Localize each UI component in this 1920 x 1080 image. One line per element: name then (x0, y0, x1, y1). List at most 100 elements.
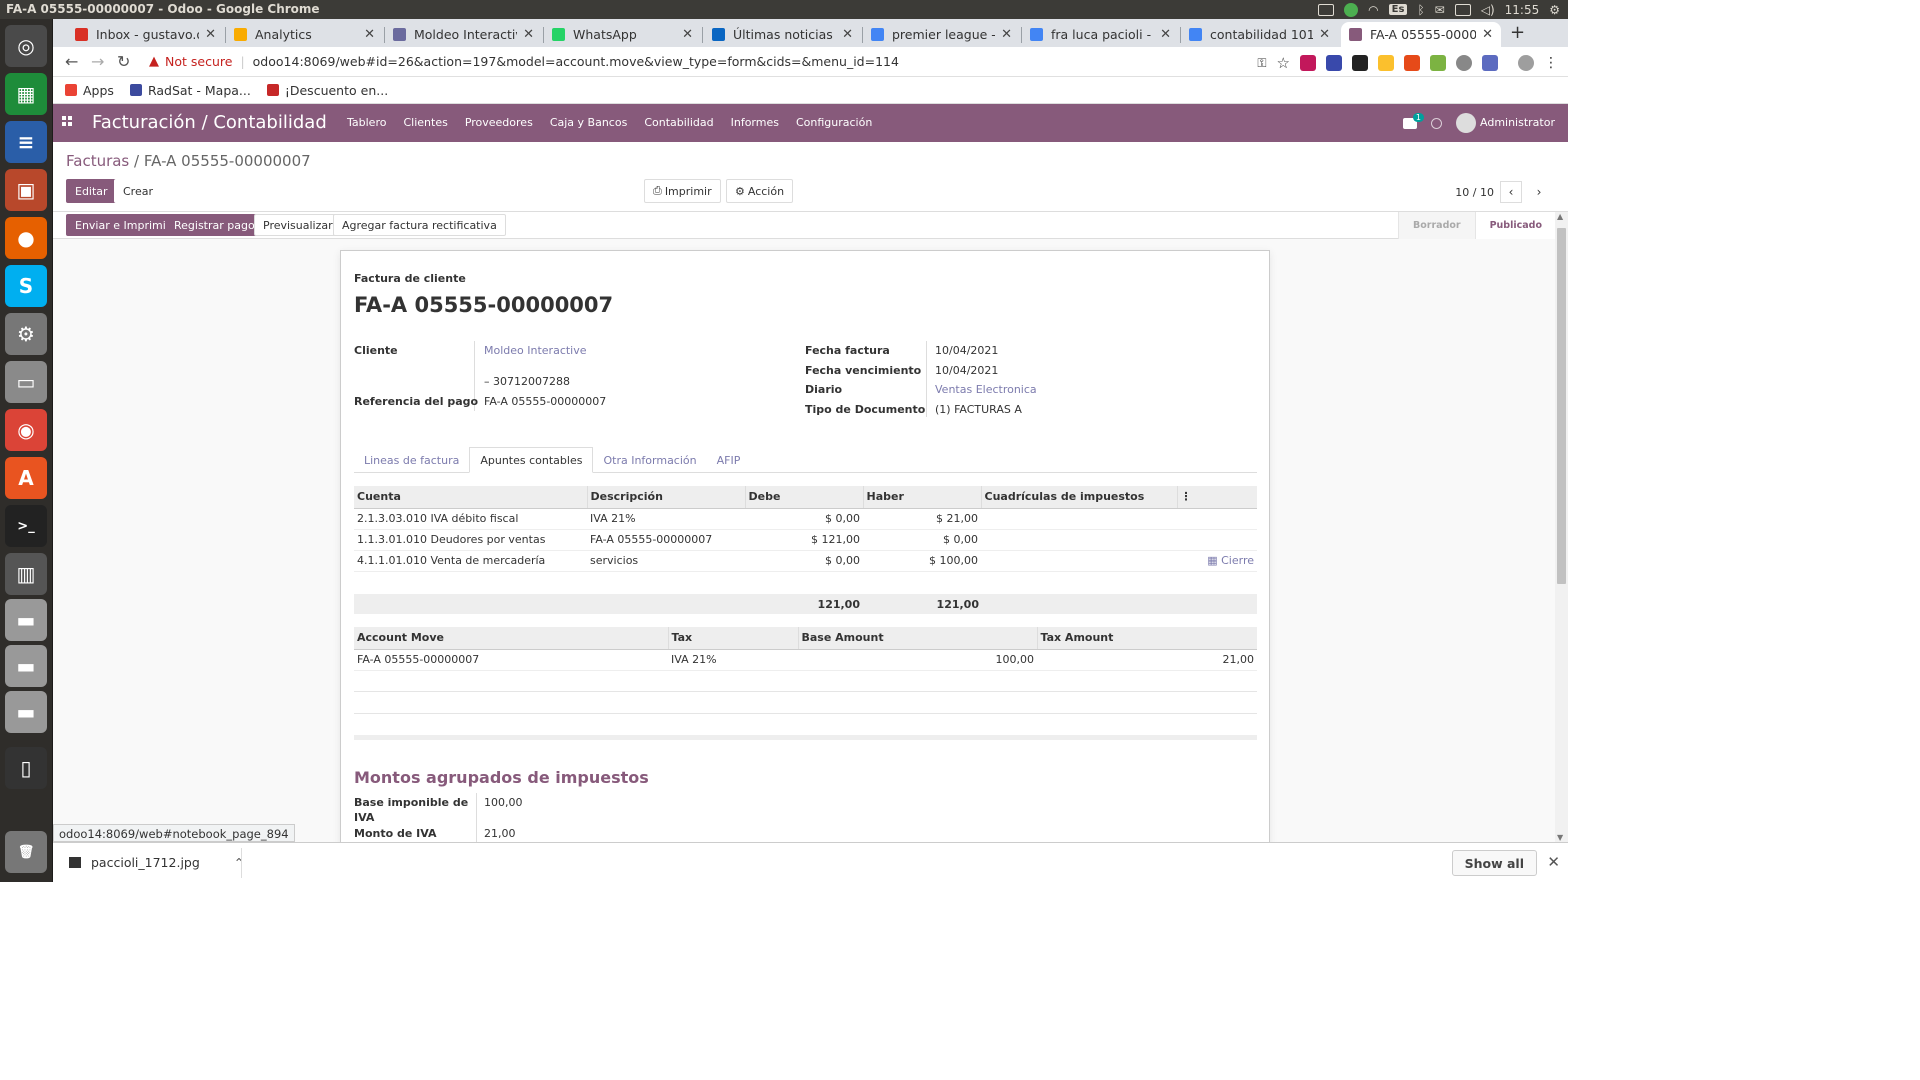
phone-icon[interactable]: ▯ (5, 747, 47, 789)
tab-close-icon[interactable]: ✕ (682, 27, 693, 42)
tab-close-icon[interactable]: ✕ (1160, 27, 1171, 42)
tab-afip[interactable]: AFIP (707, 447, 751, 473)
wifi-icon[interactable]: ◠ (1368, 3, 1378, 17)
menu-item[interactable]: Clientes (403, 116, 447, 129)
cell-tag[interactable]: ▦ Cierre (1177, 550, 1257, 572)
browser-tab[interactable]: FA-A 05555-000000 ✕ (1341, 22, 1501, 47)
drive-icon[interactable]: ▬ (5, 599, 47, 641)
table-row[interactable]: FA-A 05555-00000007 IVA 21% 100,00 21,00 (354, 649, 1257, 671)
browser-tab[interactable]: Analytics ✕ (226, 22, 383, 47)
browser-tab[interactable]: Moldeo Interactive ✕ (385, 22, 542, 47)
browser-tab[interactable]: WhatsApp ✕ (544, 22, 701, 47)
files-icon[interactable]: ▭ (5, 361, 47, 403)
bookmark-item[interactable]: Apps (65, 83, 114, 98)
col-account-move[interactable]: Account Move (354, 627, 669, 650)
presentation-icon[interactable]: ▣ (5, 169, 47, 211)
browser-tab[interactable]: fra luca pacioli - Bú ✕ (1022, 22, 1179, 47)
browser-menu-icon[interactable]: ⋮ (1544, 55, 1558, 71)
tab-close-icon[interactable]: ✕ (523, 27, 534, 42)
volume-icon[interactable]: ◁) (1481, 3, 1495, 17)
extension-icon-6[interactable] (1430, 55, 1446, 71)
extension-icon-2[interactable] (1326, 55, 1342, 71)
extension-icon-5[interactable] (1404, 55, 1420, 71)
show-all-button[interactable]: Show all (1451, 850, 1537, 876)
settings-icon[interactable]: ⚙ (5, 313, 47, 355)
download-filename[interactable]: paccioli_1712.jpg (91, 855, 200, 870)
not-secure-label[interactable]: Not secure (165, 54, 232, 69)
document-icon[interactable]: ≡ (5, 121, 47, 163)
col-tax[interactable]: Tax (668, 627, 799, 650)
col-base-amount[interactable]: Base Amount (798, 627, 1038, 650)
trash-icon[interactable]: 🗑 (5, 831, 47, 873)
tab-invoice-lines[interactable]: Lineas de factura (354, 447, 469, 473)
download-item[interactable]: paccioli_1712.jpg ⌃ (69, 855, 244, 870)
battery-indicator-icon[interactable] (1318, 3, 1335, 16)
tab-close-icon[interactable]: ✕ (1482, 27, 1493, 42)
customer-link[interactable]: Moldeo Interactive (484, 344, 587, 357)
workspace-icon[interactable]: ▥ (5, 553, 47, 595)
pager-value[interactable]: 10 / 10 (1455, 186, 1494, 199)
browser-tab[interactable]: contabilidad 101 - B ✕ (1181, 22, 1338, 47)
page-scrollbar[interactable]: ▲ ▼ (1555, 212, 1568, 842)
next-record-button[interactable]: › (1528, 181, 1550, 203)
spreadsheet-icon[interactable]: ▦ (5, 73, 47, 115)
chevron-up-icon[interactable]: ⌃ (234, 855, 244, 870)
menu-item[interactable]: Tablero (347, 116, 386, 129)
extension-icon-1[interactable] (1300, 55, 1316, 71)
table-row[interactable]: 4.1.1.01.010 Venta de mercadería servicio… (354, 550, 1257, 572)
drive-icon-3[interactable]: ▬ (5, 691, 47, 733)
send-print-button[interactable]: Enviar e Imprimir (66, 214, 180, 236)
col-debit[interactable]: Debe (745, 486, 864, 509)
bluetooth-icon[interactable]: ᛒ (1417, 3, 1424, 17)
add-credit-note-button[interactable]: Agregar factura rectificativa (333, 214, 506, 236)
print-button[interactable]: ⎙ Imprimir (644, 179, 721, 203)
preview-button[interactable]: Previsualizar (254, 214, 342, 236)
power-gear-icon[interactable]: ⚙ (1549, 3, 1560, 17)
extension-icon-7[interactable] (1456, 55, 1472, 71)
sync-ok-icon[interactable] (1344, 2, 1359, 17)
profile-avatar-icon[interactable] (1518, 55, 1534, 71)
edit-button[interactable]: Editar (66, 179, 117, 203)
skype-icon[interactable]: S (5, 265, 47, 307)
ubuntu-icon[interactable]: ◎ (5, 25, 47, 67)
journal-link[interactable]: Ventas Electronica (935, 383, 1037, 396)
extension-icon-3[interactable] (1352, 55, 1368, 71)
tab-journal-items[interactable]: Apuntes contables (469, 447, 594, 473)
extension-icon-8[interactable] (1482, 55, 1498, 71)
chat-icon[interactable]: 1 (1403, 112, 1424, 129)
app-brand[interactable]: Facturación / Contabilidad (92, 112, 327, 133)
keyboard-language[interactable]: Es (1388, 4, 1408, 15)
menu-item[interactable]: Contabilidad (644, 116, 713, 129)
tab-close-icon[interactable]: ✕ (1001, 27, 1012, 42)
action-button[interactable]: ⚙ Acción (726, 179, 794, 203)
scroll-down-icon[interactable]: ▼ (1557, 833, 1563, 842)
tab-close-icon[interactable]: ✕ (205, 27, 216, 42)
forward-arrow-icon[interactable]: → (91, 52, 104, 71)
browser-tab[interactable]: Inbox - gustavo.orr ✕ (67, 22, 224, 47)
menu-item[interactable]: Configuración (796, 116, 872, 129)
drive-icon-2[interactable]: ▬ (5, 645, 47, 687)
menu-item[interactable]: Proveedores (465, 116, 533, 129)
col-description[interactable]: Descripción (587, 486, 746, 509)
extension-icon-4[interactable] (1378, 55, 1394, 71)
scroll-up-icon[interactable]: ▲ (1557, 212, 1563, 221)
breadcrumb-parent[interactable]: Facturas (66, 152, 129, 170)
col-tax-amount[interactable]: Tax Amount (1037, 627, 1257, 650)
software-center-icon[interactable]: A (5, 457, 47, 499)
user-menu[interactable]: Administrator (1456, 113, 1555, 133)
scrollbar-thumb[interactable] (1557, 228, 1566, 584)
tab-close-icon[interactable]: ✕ (1319, 27, 1330, 42)
browser-tab[interactable]: Últimas noticias de ✕ (704, 22, 861, 47)
reload-icon[interactable]: ↻ (117, 52, 130, 71)
star-bookmark-icon[interactable]: ☆ (1277, 54, 1290, 72)
bookmark-item[interactable]: ¡Descuento en... (266, 83, 388, 98)
clock[interactable]: 11:55 (1505, 3, 1540, 17)
back-arrow-icon[interactable]: ← (65, 52, 78, 71)
new-tab-button[interactable]: + (1510, 22, 1525, 43)
activity-clock-icon[interactable] (1431, 117, 1442, 129)
optional-columns-icon[interactable]: ⋮ (1177, 486, 1257, 509)
chrome-icon[interactable]: ◉ (5, 409, 47, 451)
close-icon[interactable]: ✕ (1547, 853, 1560, 871)
tab-close-icon[interactable]: ✕ (364, 27, 375, 42)
url-field[interactable]: ▲ Not secure | odoo14:8069/web#id=26&act… (149, 54, 899, 69)
